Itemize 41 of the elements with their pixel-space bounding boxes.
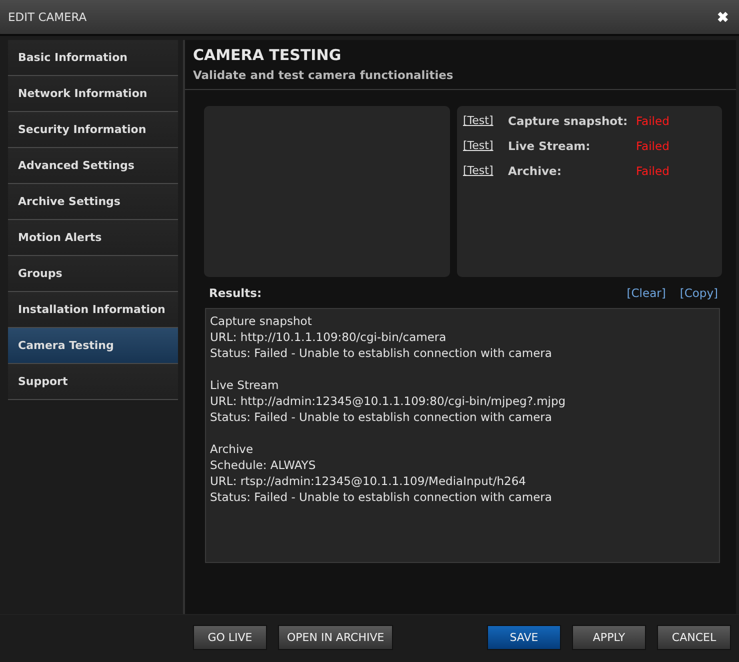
test-link[interactable]: [Test] <box>463 164 508 177</box>
test-link[interactable]: [Test] <box>463 114 508 127</box>
sidebar-item[interactable]: Network Information <box>8 76 178 112</box>
sidebar-item[interactable]: Camera Testing <box>8 328 178 364</box>
sidebar-item[interactable]: Groups <box>8 256 178 292</box>
sidebar-item[interactable]: Installation Information <box>8 292 178 328</box>
footer-button[interactable]: CANCEL <box>657 625 731 650</box>
result-line: Capture snapshot <box>210 313 313 329</box>
result-line: URL: http://10.1.1.109:80/cgi-bin/camera <box>210 329 448 345</box>
results-link[interactable]: [Clear] <box>626 286 666 300</box>
result-line: URL: rtsp://admin:12345@10.1.1.109/MediaInput/h264 <box>210 473 527 489</box>
test-name: Capture snapshot: <box>508 114 629 128</box>
result-line: Status: Failed - Unable to establish connection with camera <box>210 345 553 361</box>
sidebar-item[interactable]: Archive Settings <box>8 184 178 220</box>
results-label: Results: <box>209 286 262 300</box>
test-status: Failed <box>636 114 670 128</box>
test-name: Live Stream: <box>508 138 592 152</box>
result-line: URL: http://admin:12345@10.1.1.109:80/cgi-bin/mjpeg?.mjpg <box>210 393 567 409</box>
sidebar-item[interactable]: Security Information <box>8 112 178 148</box>
test-link[interactable]: [Test] <box>463 139 508 152</box>
result-line: Archive <box>210 441 254 457</box>
close-button[interactable]: ✖ <box>715 9 731 25</box>
result-line: Status: Failed - Unable to establish connection with camera <box>210 489 553 505</box>
footer-button[interactable]: APPLY <box>572 625 646 650</box>
footer-button[interactable]: OPEN IN ARCHIVE <box>278 625 394 650</box>
result-line: Live Stream <box>210 377 280 393</box>
footer-button[interactable]: SAVE <box>487 625 561 650</box>
sidebar-item[interactable]: Advanced Settings <box>8 148 178 184</box>
test-status: Failed <box>636 164 670 178</box>
sidebar-item[interactable]: Basic Information <box>8 40 178 76</box>
sidebar-item[interactable]: Motion Alerts <box>8 220 178 256</box>
section-subtitle: Validate and test camera functionalities <box>193 68 454 82</box>
result-line: Status: Failed - Unable to establish connection with camera <box>210 409 553 425</box>
section-title: CAMERA TESTING <box>193 46 342 64</box>
window-title: EDIT CAMERA <box>8 10 87 24</box>
test-status: Failed <box>636 138 670 152</box>
footer-button[interactable]: GO LIVE <box>193 625 267 650</box>
sidebar-item[interactable]: Support <box>8 364 178 400</box>
results-link[interactable]: [Copy] <box>680 286 718 300</box>
result-line: Schedule: ALWAYS <box>210 457 317 473</box>
test-name: Archive: <box>508 164 562 178</box>
